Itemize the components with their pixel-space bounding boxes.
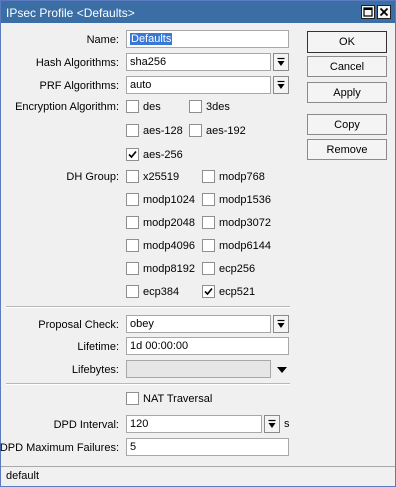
checkbox-label-modp3072: modp3072	[219, 217, 271, 229]
checkbox-modp4096[interactable]	[126, 239, 139, 252]
nat-traversal-checkbox[interactable]	[126, 392, 139, 405]
checkbox-label-3des: 3des	[206, 101, 230, 113]
hash-algorithms-dropdown[interactable]	[273, 53, 289, 71]
window-title: IPsec Profile <Defaults>	[6, 6, 135, 20]
lifebytes-expand-button[interactable]	[277, 365, 287, 373]
checkbox-label-aes-192: aes-192	[206, 125, 246, 137]
proposal-check-field[interactable]: obey	[126, 315, 271, 333]
checkbox-label-aes-256: aes-256	[143, 149, 183, 161]
maximize-button[interactable]	[361, 5, 375, 19]
checkbox-label-ecp521: ecp521	[219, 286, 256, 298]
checkbox-ecp521[interactable]	[202, 285, 215, 298]
name-field[interactable]: Defaults	[126, 30, 289, 48]
hash-algorithms-field[interactable]: sha256	[126, 53, 271, 71]
dpd-interval-label: DPD Interval:	[53, 419, 119, 431]
copy-button[interactable]: Copy	[307, 114, 387, 135]
nat-traversal-label: NAT Traversal	[143, 393, 213, 405]
checkbox-label-modp1536: modp1536	[219, 194, 271, 206]
dpd-interval-unit: s	[284, 418, 290, 430]
proposal-check-value: obey	[130, 318, 154, 330]
checkbox-ecp384[interactable]	[126, 285, 139, 298]
prf-algorithms-label: PRF Algorithms:	[39, 80, 119, 92]
close-button[interactable]	[377, 5, 391, 19]
checkbox-label-aes-128: aes-128	[143, 125, 183, 137]
checkmark-icon	[204, 287, 213, 296]
checkbox-label-des: des	[143, 101, 161, 113]
lifebytes-field[interactable]	[126, 360, 271, 378]
checkbox-modp8192[interactable]	[126, 262, 139, 275]
separator	[6, 306, 290, 308]
separator	[6, 383, 290, 385]
lifetime-field[interactable]: 1d 00:00:00	[126, 337, 289, 355]
dropdown-arrow-icon	[277, 319, 285, 328]
dpd-interval-dropdown[interactable]	[264, 415, 280, 433]
prf-algorithms-dropdown[interactable]	[273, 76, 289, 94]
remove-button[interactable]: Remove	[307, 139, 387, 160]
checkbox-label-modp768: modp768	[219, 171, 265, 183]
cancel-button[interactable]: Cancel	[307, 56, 387, 77]
checkbox-label-modp4096: modp4096	[143, 240, 195, 252]
lifetime-label: Lifetime:	[77, 341, 119, 353]
maximize-icon	[363, 7, 373, 17]
checkbox-label-modp8192: modp8192	[143, 263, 195, 275]
checkbox-aes-192[interactable]	[189, 124, 202, 137]
dh-group-label: DH Group:	[66, 171, 119, 183]
checkbox-aes-256[interactable]	[126, 148, 139, 161]
hash-algorithms-value: sha256	[130, 56, 167, 68]
checkbox-label-modp2048: modp2048	[143, 217, 195, 229]
checkbox-3des[interactable]	[189, 100, 202, 113]
checkbox-modp6144[interactable]	[202, 239, 215, 252]
prf-algorithms-value: auto	[130, 79, 152, 91]
ok-button[interactable]: OK	[307, 31, 387, 53]
checkbox-ecp256[interactable]	[202, 262, 215, 275]
dropdown-arrow-icon	[277, 80, 285, 89]
checkmark-icon	[128, 150, 137, 159]
checkbox-label-ecp384: ecp384	[143, 286, 180, 298]
dpd-interval-value: 120	[130, 418, 149, 430]
close-icon	[379, 7, 389, 17]
checkbox-modp768[interactable]	[202, 170, 215, 183]
checkbox-x25519[interactable]	[126, 170, 139, 183]
proposal-check-label: Proposal Check:	[38, 319, 119, 331]
apply-button[interactable]: Apply	[307, 82, 387, 103]
checkbox-aes-128[interactable]	[126, 124, 139, 137]
checkbox-label-modp1024: modp1024	[143, 194, 195, 206]
hash-algorithms-label: Hash Algorithms:	[35, 57, 119, 69]
encryption-algorithm-label: Encryption Algorithm:	[15, 101, 119, 113]
checkbox-modp1024[interactable]	[126, 193, 139, 206]
dropdown-arrow-icon	[277, 57, 285, 66]
checkbox-label-x25519: x25519	[143, 171, 180, 183]
lifetime-value: 1d 00:00:00	[130, 340, 189, 352]
status-bar: default	[1, 466, 395, 486]
proposal-check-dropdown[interactable]	[273, 315, 289, 333]
dpd-maximum-failures-field[interactable]: 5	[126, 438, 289, 456]
ipsec-profile-window: IPsec Profile <Defaults> Name: Defaults …	[0, 0, 396, 487]
checkbox-des[interactable]	[126, 100, 139, 113]
dpd-maximum-failures-label: DPD Maximum Failures:	[0, 442, 119, 454]
title-bar[interactable]: IPsec Profile <Defaults>	[1, 1, 395, 23]
status-text: default	[6, 470, 40, 482]
triangle-down-icon	[277, 367, 287, 373]
dpd-interval-field[interactable]: 120	[126, 415, 262, 433]
dropdown-arrow-icon	[268, 419, 276, 428]
checkbox-modp3072[interactable]	[202, 216, 215, 229]
name-value: Defaults	[130, 33, 173, 45]
checkbox-modp1536[interactable]	[202, 193, 215, 206]
prf-algorithms-field[interactable]: auto	[126, 76, 271, 94]
dpd-maximum-failures-value: 5	[130, 441, 137, 453]
lifebytes-label: Lifebytes:	[71, 364, 119, 376]
name-label: Name:	[86, 34, 119, 46]
checkbox-label-modp6144: modp6144	[219, 240, 271, 252]
checkbox-label-ecp256: ecp256	[219, 263, 256, 275]
checkbox-modp2048[interactable]	[126, 216, 139, 229]
